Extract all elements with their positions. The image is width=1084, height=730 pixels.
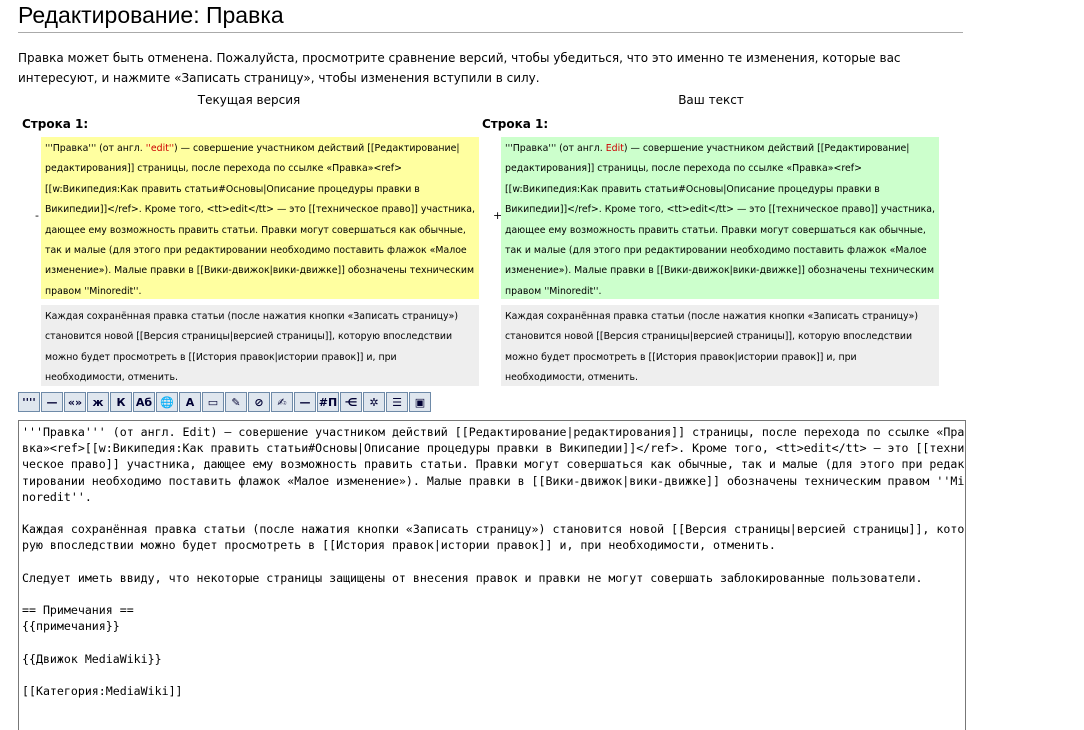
edit-toolbar: '''' — «» ж К Аб 🌐 A ▭ ✎ ⊘ ✍ — #П ⋲ ✲ ☰ ▣ [18,392,431,412]
deleted-line: '''Правка''' (от англ. ''edit'') — совер… [41,137,479,299]
horizontal-rule-icon: — [299,395,311,409]
guillemets-button[interactable]: «» [64,392,86,412]
media-button[interactable]: ✎ [225,392,247,412]
added-text-after: ) — совершение участником действий [[Ред… [505,143,935,297]
nowiki-button[interactable]: ⊘ [248,392,270,412]
right-line-number: Строка 1: [482,117,549,131]
external-link-button[interactable]: 🌐 [156,392,178,412]
dash-button[interactable]: — [41,392,63,412]
redirect-icon: #П [318,395,338,409]
quotes-icon: '''' [22,395,36,409]
current-version-header: Текущая версия [197,93,301,107]
bold-icon: ж [92,395,104,409]
signature-button[interactable]: ✍ [271,392,293,412]
deleted-text-after: ) — совершение участником действий [[Ред… [45,143,475,297]
dash-icon: — [46,395,58,409]
table-icon: ✲ [369,395,379,409]
intro-text: Правка может быть отменена. Пожалуйста, … [18,51,901,85]
nowiki-icon: ⊘ [254,395,264,409]
quotes-button[interactable]: '''' [18,392,40,412]
link-button[interactable]: Аб [133,392,155,412]
deleted-text-before: '''Правка''' (от англ. [45,143,146,154]
page-title: Редактирование: Правка [18,2,963,33]
gallery-icon: ☰ [392,395,402,409]
edit-textarea[interactable]: '''Правка''' (от англ. Edit) — совершени… [18,420,966,730]
window-button[interactable]: ▣ [409,392,431,412]
left-line-number: Строка 1: [22,117,89,131]
gallery-button[interactable]: ☰ [386,392,408,412]
context-line-right: Каждая сохранённая правка статьи (после … [501,305,939,386]
guillemets-icon: «» [67,395,83,409]
deleted-word: ''edit'' [145,143,175,154]
bold-button[interactable]: ж [87,392,109,412]
link-icon: Аб [135,395,153,409]
headline-button[interactable]: A [179,392,201,412]
added-word: Edit [605,143,624,154]
redirect-button[interactable]: #П [317,392,339,412]
your-text-header: Ваш текст [678,93,744,107]
horizontal-rule-button[interactable]: — [294,392,316,412]
table-button[interactable]: ✲ [363,392,385,412]
context-line-left: Каждая сохранённая правка статьи (после … [41,305,479,386]
deletion-marker: - [35,209,39,222]
edit-textarea-content[interactable]: '''Правка''' (от англ. Edit) — совершени… [19,421,965,699]
image-icon: ▭ [207,395,219,409]
image-button[interactable]: ▭ [202,392,224,412]
added-line: '''Правка''' (от англ. Edit) — совершени… [501,137,939,299]
italic-icon: К [116,395,126,409]
added-text-before: '''Правка''' (от англ. [505,143,606,154]
signature-icon: ✍ [277,395,287,409]
headline-icon: A [185,395,195,409]
tree-button[interactable]: ⋲ [340,392,362,412]
external-link-icon: 🌐 [160,395,174,409]
media-icon: ✎ [231,395,241,409]
italic-button[interactable]: К [110,392,132,412]
window-icon: ▣ [414,395,426,409]
tree-icon: ⋲ [344,395,358,409]
